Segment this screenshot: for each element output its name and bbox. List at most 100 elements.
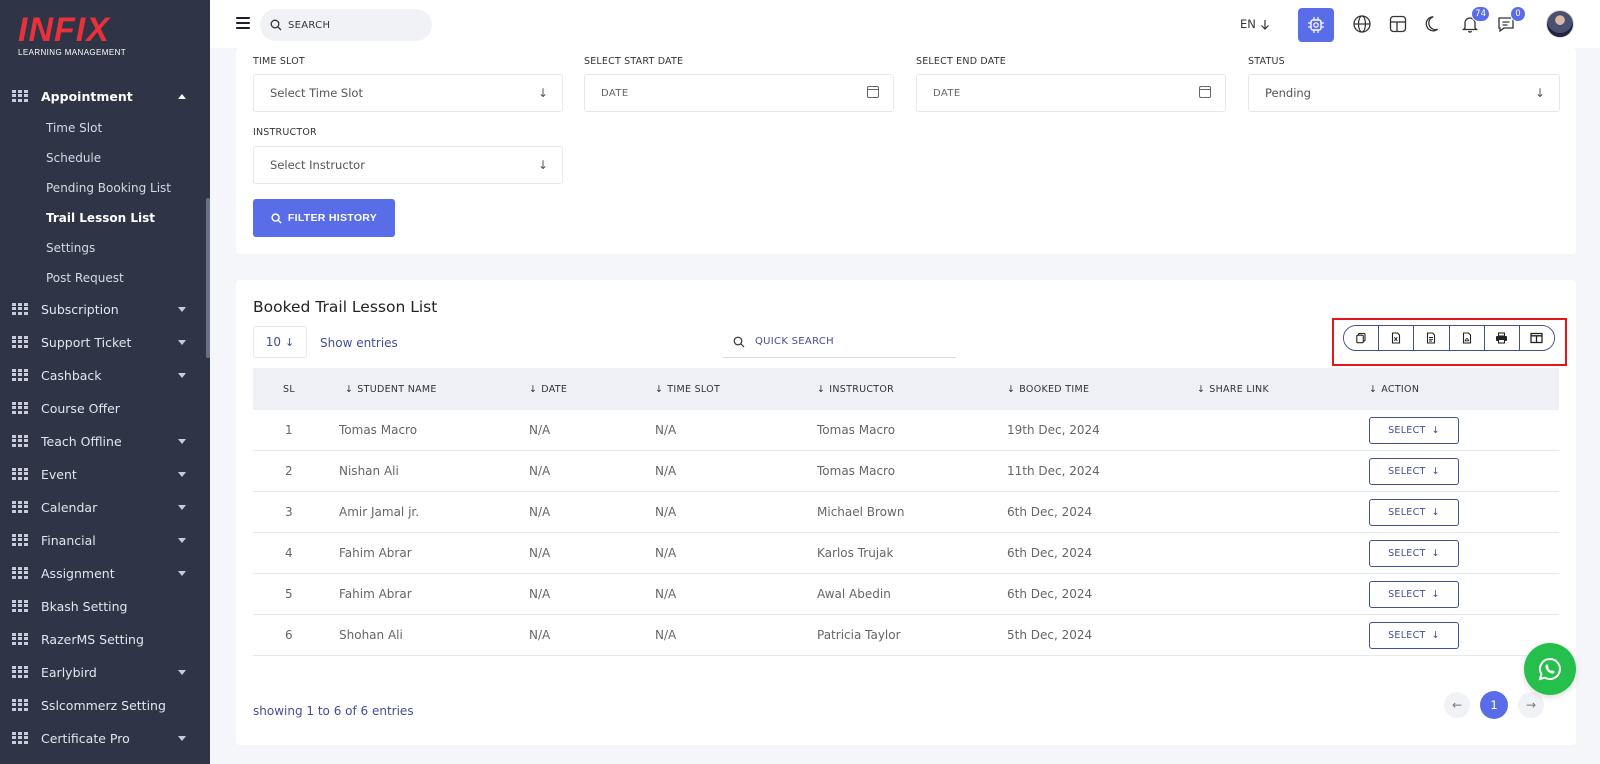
sidebar-item[interactable]: Event <box>0 458 206 491</box>
calendar-icon[interactable] <box>1199 86 1211 98</box>
end-date-field[interactable]: DATE <box>916 74 1226 112</box>
user-avatar[interactable] <box>1546 10 1574 38</box>
sidebar-item[interactable]: Teach Offline <box>0 425 206 458</box>
sidebar-item[interactable]: Sslcommerz Setting <box>0 689 206 722</box>
grid-icon <box>12 434 28 449</box>
page-1-button[interactable]: 1 <box>1480 691 1508 719</box>
column-header-time-slot[interactable]: ↓ TIME SLOT <box>655 384 817 395</box>
csv-icon <box>1427 332 1436 344</box>
topbar: EN 74 0 <box>210 0 1600 48</box>
prev-page-button[interactable]: ← <box>1444 692 1470 718</box>
dark-mode-icon[interactable] <box>1422 12 1446 36</box>
cell-instructor: Tomas Macro <box>817 423 896 437</box>
columns-icon <box>1530 332 1544 344</box>
print-button[interactable] <box>1484 326 1520 350</box>
cell-date: N/A <box>529 464 551 478</box>
sidebar-item[interactable]: Bkash Setting <box>0 590 206 623</box>
table-row: 3 Amir Jamal jr. N/A N/A Michael Brown 6th De… <box>253 492 1559 533</box>
sidebar-item[interactable]: RazerMS Setting <box>0 623 206 656</box>
submenu-item[interactable]: Settings <box>0 233 206 263</box>
column-header-action[interactable]: ↓ ACTION <box>1369 384 1559 395</box>
quick-search[interactable] <box>723 326 956 358</box>
column-header-booked-time[interactable]: ↓ BOOKED TIME <box>1007 384 1197 395</box>
cell-sl: 2 <box>285 464 293 478</box>
submenu-item[interactable]: Pending Booking List <box>0 173 206 203</box>
arrow-down-icon: ↓ <box>1431 547 1440 559</box>
sidebar-item[interactable]: Subscription <box>0 293 206 326</box>
csv-button[interactable] <box>1414 326 1450 350</box>
grid-icon <box>12 698 28 713</box>
column-label: INSTRUCTOR <box>829 383 895 395</box>
globe-icon[interactable] <box>1350 12 1374 36</box>
quick-search-input[interactable] <box>755 336 945 347</box>
column-label: BOOKED TIME <box>1019 383 1090 395</box>
language-selector[interactable]: EN <box>1240 17 1270 31</box>
cell-booked: 6th Dec, 2024 <box>1007 587 1093 601</box>
column-header-share-link[interactable]: ↓ SHARE LINK <box>1197 384 1369 395</box>
submenu-item[interactable]: Post Request <box>0 263 206 293</box>
messages-button[interactable]: 0 <box>1494 6 1526 36</box>
select-action-button[interactable]: SELECT ↓ <box>1369 539 1459 567</box>
pdf-button[interactable] <box>1449 326 1485 350</box>
calendar-icon[interactable] <box>867 86 879 98</box>
select-action-button[interactable]: SELECT ↓ <box>1369 621 1459 649</box>
entries-select[interactable]: 10 ↓ <box>253 326 307 358</box>
start-date-field[interactable]: DATE <box>584 74 894 112</box>
brand-logo[interactable]: INFIX LEARNING MANAGEMENT <box>18 13 126 57</box>
sidebar-menu: Appointment Time Slot Schedule Pending Boo… <box>0 80 206 755</box>
cell-instructor: Karlos Trujak <box>817 546 894 560</box>
column-header-student-name[interactable]: ↓ STUDENT NAME <box>339 384 529 395</box>
sidebar-item[interactable]: Earlybird <box>0 656 206 689</box>
submenu-item[interactable]: Trail Lesson List <box>0 203 206 233</box>
sort-arrow-icon: ↓ <box>529 383 538 395</box>
global-search[interactable] <box>260 9 432 41</box>
select-action-button[interactable]: SELECT ↓ <box>1369 457 1459 485</box>
ai-chip-button[interactable] <box>1298 8 1334 42</box>
select-action-button[interactable]: SELECT ↓ <box>1369 498 1459 526</box>
caret-down-icon <box>178 373 186 378</box>
search-input[interactable] <box>288 19 418 31</box>
select-label: SELECT <box>1388 506 1426 518</box>
sidebar-item[interactable]: Financial <box>0 524 206 557</box>
table-row: 6 Shohan Ali N/A N/A Patricia Taylor 5th Dec,… <box>253 615 1559 656</box>
submenu-item[interactable]: Schedule <box>0 143 206 173</box>
hamburger-menu-icon[interactable] <box>236 17 250 29</box>
sidebar-item-label: Financial <box>41 533 96 548</box>
sidebar-scroll-thumb[interactable] <box>206 198 210 358</box>
sidebar-item[interactable]: Assignment <box>0 557 206 590</box>
arrow-down-icon: ↓ <box>1431 629 1440 641</box>
copy-button[interactable] <box>1344 326 1380 350</box>
columns-button[interactable] <box>1519 326 1554 350</box>
excel-button[interactable] <box>1379 326 1415 350</box>
instructor-select[interactable]: Select Instructor ↓ <box>253 146 563 184</box>
sidebar-item-appointment[interactable]: Appointment <box>0 80 206 113</box>
submenu-item[interactable]: Time Slot <box>0 113 206 143</box>
column-header-instructor[interactable]: ↓ INSTRUCTOR <box>817 384 1007 395</box>
cell-student: Shohan Ali <box>339 628 403 642</box>
sort-arrow-icon: ↓ <box>1197 383 1206 395</box>
filter-history-button[interactable]: FILTER HISTORY <box>253 199 395 237</box>
select-action-button[interactable]: SELECT ↓ <box>1369 580 1459 608</box>
sidebar-item[interactable]: Calendar <box>0 491 206 524</box>
cell-instructor: Awal Abedin <box>817 587 891 601</box>
notifications-button[interactable]: 74 <box>1458 6 1490 36</box>
sidebar-item[interactable]: Support Ticket <box>0 326 206 359</box>
sidebar-item[interactable]: Certificate Pro <box>0 722 206 755</box>
time-slot-select[interactable]: Select Time Slot ↓ <box>253 74 563 112</box>
sidebar-item[interactable]: Course Offer <box>0 392 206 425</box>
next-page-button[interactable]: → <box>1518 692 1544 718</box>
status-select[interactable]: Pending ↓ <box>1248 74 1560 112</box>
sidebar-item[interactable]: Cashback <box>0 359 206 392</box>
sidebar-scrollbar[interactable] <box>206 0 210 764</box>
column-header-sl[interactable]: SL <box>253 384 339 395</box>
select-action-button[interactable]: SELECT ↓ <box>1369 416 1459 444</box>
appointment-submenu: Time Slot Schedule Pending Booking List Tra… <box>0 113 206 293</box>
cell-booked: 19th Dec, 2024 <box>1007 423 1100 437</box>
start-date-placeholder: DATE <box>601 87 629 99</box>
layout-icon[interactable] <box>1386 12 1410 36</box>
whatsapp-chat-button[interactable] <box>1524 643 1576 695</box>
card-title: Booked Trail Lesson List <box>253 298 438 316</box>
status-value: Pending <box>1265 86 1311 100</box>
column-header-date[interactable]: ↓ DATE <box>529 384 655 395</box>
copy-icon <box>1356 332 1366 344</box>
